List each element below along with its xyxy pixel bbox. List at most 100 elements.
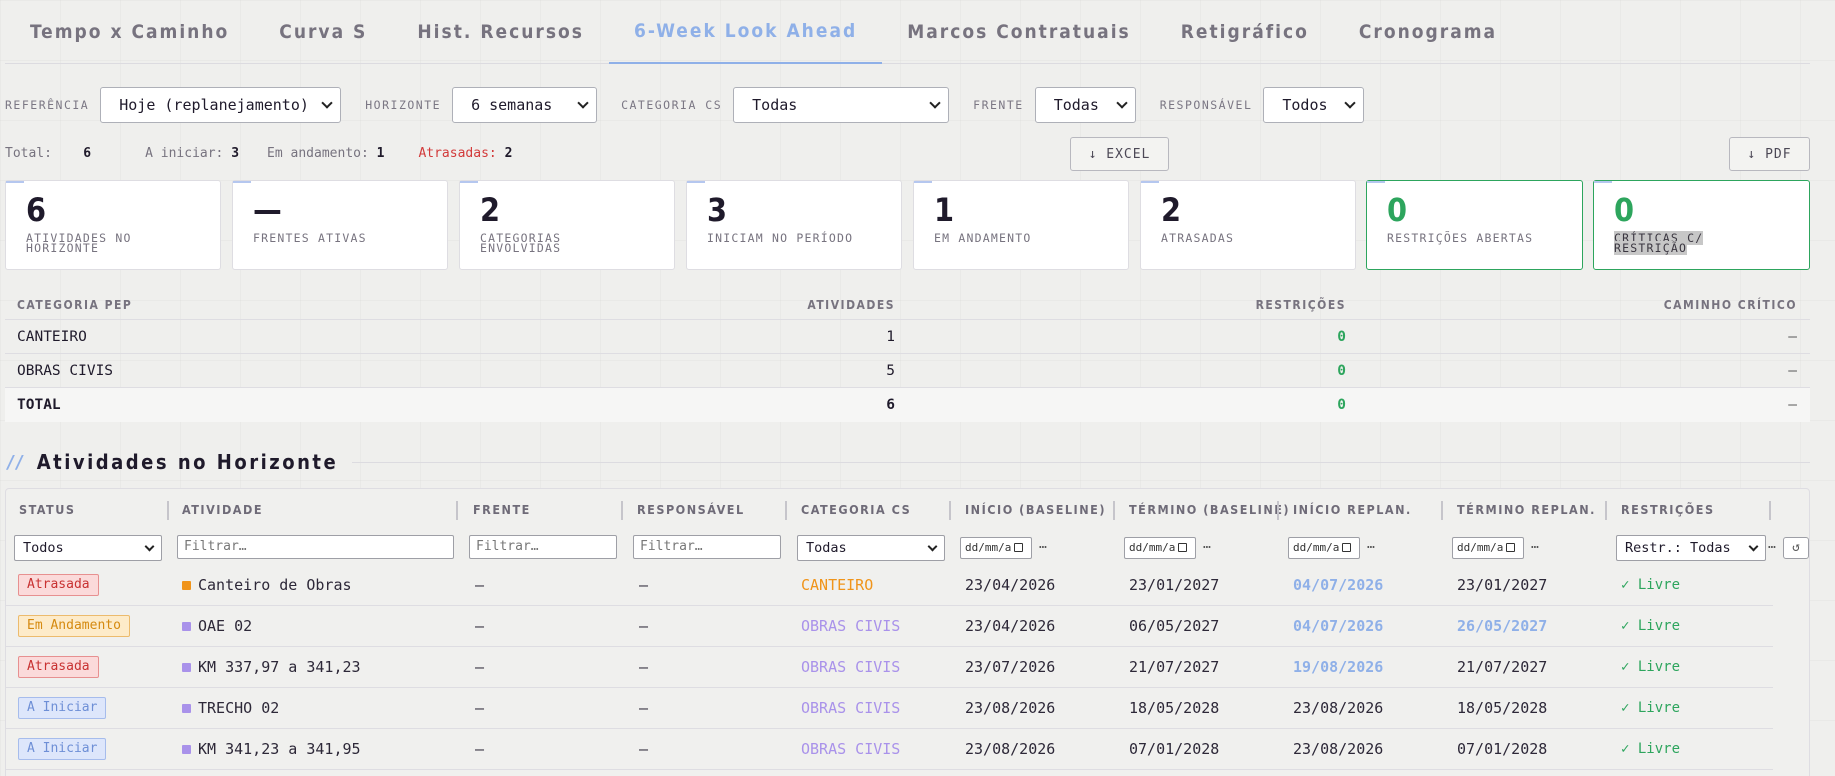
col-inicio-baseline[interactable]: INÍCIO (BASELINE) bbox=[965, 489, 1106, 531]
tab-curva-s[interactable]: Curva S bbox=[254, 0, 392, 64]
responsavel-value: Todos bbox=[1282, 96, 1328, 114]
reset-filters-button[interactable]: ↺ bbox=[1783, 537, 1809, 559]
cell-restricoes: 0 bbox=[1337, 363, 1346, 379]
cell-termino-replan: 21/07/2027 bbox=[1457, 658, 1548, 676]
categoria-select[interactable]: Todas bbox=[733, 87, 950, 123]
restricoes-filter-select[interactable]: Restr.: Todas bbox=[1616, 535, 1766, 561]
column-resizer[interactable] bbox=[785, 501, 787, 520]
frente-select[interactable]: Todas bbox=[1034, 87, 1136, 123]
restricoes-filter-value: Restr.: Todas bbox=[1625, 540, 1731, 556]
frente-filter-input[interactable]: Filtrar… bbox=[469, 535, 617, 559]
cell-inicio-replan: 04/07/2026 bbox=[1293, 576, 1384, 594]
pdf-button[interactable]: ↓ PDF bbox=[1729, 137, 1810, 171]
cell-restricoes: 0 bbox=[1337, 329, 1346, 345]
cell-inicio-replan: 19/08/2026 bbox=[1293, 658, 1384, 676]
cell-termino-baseline: 18/05/2028 bbox=[1129, 699, 1220, 717]
tab-cronograma[interactable]: Cronograma bbox=[1334, 0, 1522, 64]
col-termino-replan[interactable]: TÉRMINO REPLAN. bbox=[1457, 489, 1596, 531]
column-resizer[interactable] bbox=[949, 501, 951, 520]
cell-inicio-baseline: 23/04/2026 bbox=[965, 617, 1056, 635]
tab-retigrafico[interactable]: Retigráfico bbox=[1156, 0, 1334, 64]
column-resizer[interactable] bbox=[1113, 501, 1115, 520]
cell-caminho: — bbox=[1788, 329, 1797, 345]
col-categoria-cs[interactable]: CATEGORIA CS bbox=[801, 489, 911, 531]
excel-button[interactable]: ↓ EXCEL bbox=[1070, 137, 1169, 171]
table-row[interactable]: A Iniciar KM 341,23 a 341,95 — — OBRAS C… bbox=[6, 729, 1773, 770]
ellipsis: … bbox=[1768, 537, 1776, 552]
cell-termino-baseline: 06/05/2027 bbox=[1129, 617, 1220, 635]
cell-restricoes: ✓ Livre bbox=[1621, 659, 1681, 675]
col-inicio-replan[interactable]: INÍCIO REPLAN. bbox=[1293, 489, 1412, 531]
column-resizer[interactable] bbox=[456, 501, 458, 520]
termino-replan-date-input[interactable]: dd/mm/a bbox=[1452, 537, 1524, 559]
stat-iniciar: A iniciar: 3 bbox=[145, 146, 240, 161]
stat-total: Total: 6 bbox=[5, 146, 92, 161]
summary-table: CATEGORIA PEP ATIVIDADES RESTRIÇÕES CAMI… bbox=[5, 290, 1810, 422]
kpi-card-atrasadas: 2 ATRASADAS bbox=[1140, 180, 1356, 270]
col-frente[interactable]: FRENTE bbox=[473, 489, 531, 531]
kpi-value: 2 bbox=[1161, 191, 1182, 229]
stat-andamento: Em andamento: 1 bbox=[267, 146, 385, 161]
categoria-filter-select[interactable]: Todas bbox=[797, 535, 945, 561]
responsavel-filter-input[interactable]: Filtrar… bbox=[633, 535, 781, 559]
inicio-baseline-date-input[interactable]: dd/mm/a bbox=[960, 537, 1032, 559]
calendar-icon bbox=[1178, 543, 1188, 552]
status-filter-select[interactable]: Todos bbox=[14, 535, 162, 561]
column-resizer[interactable] bbox=[621, 501, 623, 520]
horizonte-select[interactable]: 6 semanas bbox=[452, 87, 598, 123]
referencia-value: Hoje (replanejamento) bbox=[119, 96, 309, 114]
tab-6-week-look-ahead[interactable]: 6-Week Look Ahead bbox=[608, 0, 883, 64]
col-termino-baseline[interactable]: TÉRMINO (BASELINE) bbox=[1129, 489, 1290, 531]
tab-marcos-contratuais[interactable]: Marcos Contratuais bbox=[882, 0, 1156, 64]
categoria-filter-value: Todas bbox=[806, 540, 847, 556]
chevron-down-icon bbox=[927, 541, 938, 551]
column-resizer[interactable] bbox=[1605, 501, 1607, 520]
status-badge: A Iniciar bbox=[18, 738, 107, 760]
col-restricoes[interactable]: RESTRIÇÕES bbox=[1621, 489, 1715, 531]
cell-categoria: OBRAS CIVIS bbox=[801, 617, 901, 635]
col-responsavel[interactable]: RESPONSÁVEL bbox=[637, 489, 745, 531]
table-row[interactable]: Atrasada Canteiro de Obras — — CANTEIRO … bbox=[6, 565, 1773, 606]
kpi-value: 1 bbox=[934, 191, 955, 229]
table-row[interactable]: Atrasada KM 337,97 a 341,23 — — OBRAS CI… bbox=[6, 647, 1773, 688]
cell-inicio-baseline: 23/08/2026 bbox=[965, 740, 1056, 758]
activities-grid: STATUS ATIVIDADE FRENTE RESPONSÁVEL CATE… bbox=[5, 488, 1810, 776]
column-resizer[interactable] bbox=[1769, 501, 1771, 520]
filter-bar: REFERÊNCIA Hoje (replanejamento) HORIZON… bbox=[5, 87, 1365, 123]
col-status[interactable]: STATUS bbox=[19, 489, 75, 531]
referencia-select[interactable]: Hoje (replanejamento) bbox=[100, 87, 342, 123]
divider bbox=[352, 461, 1810, 463]
kpi-card-atividades: 6 ATIVIDADES NO HORIZONTE bbox=[5, 180, 221, 270]
cell-atividade: KM 341,23 a 341,95 bbox=[182, 729, 361, 770]
column-resizer[interactable] bbox=[1441, 501, 1443, 520]
table-row[interactable]: Em Andamento OAE 02 — — OBRAS CIVIS 23/0… bbox=[6, 606, 1773, 647]
cell-termino-replan: 23/01/2027 bbox=[1457, 576, 1548, 594]
kpi-label: CRÍTICAS C/ RESTRIÇÃO bbox=[1614, 231, 1704, 255]
inicio-replan-date-input[interactable]: dd/mm/a bbox=[1288, 537, 1360, 559]
kpi-label: CATEGORIAS ENVOLVIDAS bbox=[480, 231, 562, 255]
cell-atividade: TRECHO 02 bbox=[182, 688, 279, 729]
termino-baseline-date-input[interactable]: dd/mm/a bbox=[1124, 537, 1196, 559]
column-resizer[interactable] bbox=[1277, 501, 1279, 520]
cell-restricoes: 0 bbox=[1337, 397, 1346, 413]
kpi-card-criticas: 0 CRÍTICAS C/ RESTRIÇÃO bbox=[1593, 180, 1810, 270]
tab-tempo-x-caminho[interactable]: Tempo x Caminho bbox=[5, 0, 254, 64]
table-row[interactable]: A Iniciar TRECHO 02 — — OBRAS CIVIS 23/0… bbox=[6, 688, 1773, 729]
categoria-value: Todas bbox=[752, 96, 798, 114]
atividade-filter-input[interactable]: Filtrar… bbox=[177, 535, 454, 559]
tab-bar: Tempo x Caminho Curva S Hist. Recursos 6… bbox=[5, 0, 1810, 64]
column-resizer[interactable] bbox=[167, 501, 169, 520]
cell-inicio-replan: 04/07/2026 bbox=[1293, 617, 1384, 635]
col-atividade[interactable]: ATIVIDADE bbox=[182, 489, 263, 531]
cell-caminho: — bbox=[1788, 363, 1797, 379]
frente-label: FRENTE bbox=[973, 98, 1024, 112]
cell-atividades: 5 bbox=[886, 363, 895, 379]
col-caminho-critico: CAMINHO CRÍTICO bbox=[1663, 298, 1797, 312]
cell-inicio-replan: 23/08/2026 bbox=[1293, 699, 1384, 717]
status-badge: A Iniciar bbox=[18, 697, 107, 719]
cell-categoria: OBRAS CIVIS bbox=[801, 658, 901, 676]
category-color-icon bbox=[182, 663, 191, 672]
responsavel-select[interactable]: Todos bbox=[1263, 87, 1365, 123]
tab-hist-recursos[interactable]: Hist. Recursos bbox=[392, 0, 609, 64]
calendar-icon bbox=[1342, 543, 1352, 552]
